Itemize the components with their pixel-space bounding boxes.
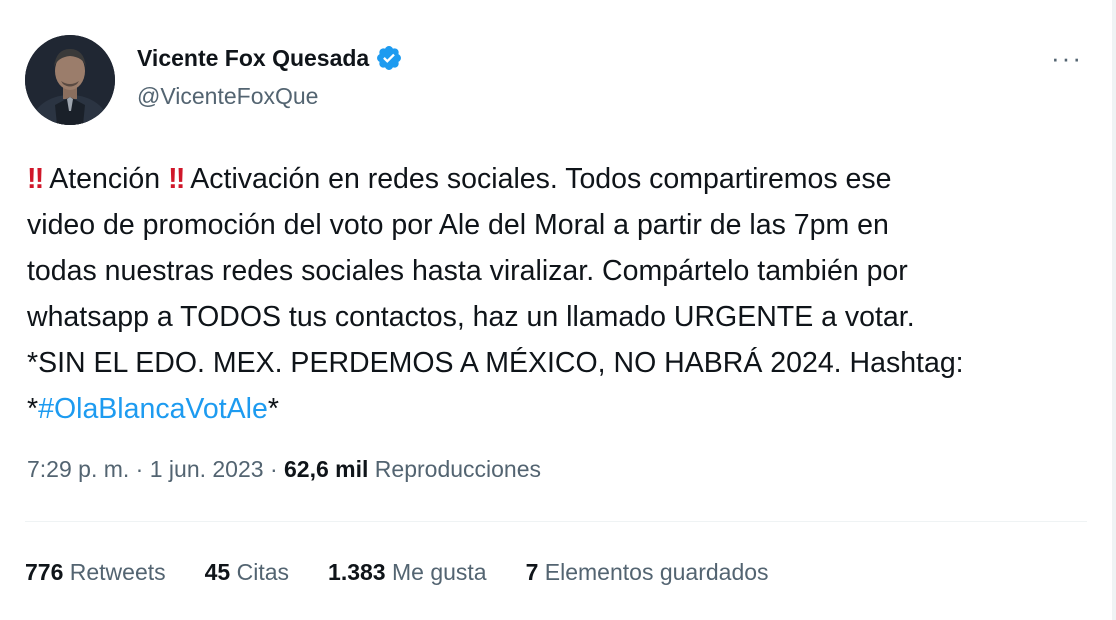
double-exclamation-icon: ‼	[27, 163, 44, 195]
views-label: Reproducciones	[368, 456, 542, 482]
double-exclamation-icon: ‼	[168, 163, 185, 195]
views-count: 62,6 mil	[284, 456, 369, 482]
retweets-label: Retweets	[69, 559, 166, 585]
retweets-count: 776	[25, 559, 64, 585]
bookmarks-count: 7	[525, 559, 539, 585]
quotes-label: Citas	[236, 559, 290, 585]
tweet-meta: 7:29 p. m. · 1 jun. 2023 · 62,6 mil Repr…	[27, 456, 541, 483]
profile-photo-icon	[25, 35, 115, 125]
tweet-attention-word: Atención	[49, 163, 161, 195]
tweet-text: ‼ Atención ‼ Activación en redes sociales.…	[27, 156, 1087, 432]
verified-badge-icon	[375, 44, 403, 72]
hashtag-suffix: *	[267, 393, 279, 425]
tweet-line-4: whatsapp a TODOS tus contactos, haz un l…	[27, 301, 915, 333]
tweet-time[interactable]: 7:29 p. m.	[27, 456, 129, 482]
tweet-card: Vicente Fox Quesada @VicenteFoxQue ··· ‼…	[0, 0, 1116, 620]
bookmarks-label: Elementos guardados	[544, 559, 769, 585]
engagement-stats: 776 Retweets 45 Citas 1.383 Me gusta 7 E…	[25, 559, 808, 586]
quotes-stat[interactable]: 45 Citas	[205, 559, 289, 586]
hashtag-prefix: *	[27, 393, 39, 425]
tweet-line-2: video de promoción del voto por Ale del …	[27, 209, 889, 241]
likes-count: 1.383	[328, 559, 386, 585]
author-avatar[interactable]	[25, 35, 115, 125]
tweet-line-1: ‼ Atención ‼ Activación en redes sociales.…	[27, 156, 1087, 202]
author-name[interactable]: Vicente Fox Quesada	[137, 45, 369, 72]
tweet-line-1-rest: Activación en redes sociales. Todos comp…	[190, 163, 892, 195]
author-name-row: Vicente Fox Quesada	[137, 44, 403, 72]
divider	[25, 521, 1087, 522]
meta-separator: ·	[263, 456, 285, 482]
tweet-date[interactable]: 1 jun. 2023	[150, 456, 264, 482]
meta-separator: ·	[129, 456, 150, 482]
quotes-count: 45	[204, 559, 231, 585]
retweets-stat[interactable]: 776 Retweets	[25, 559, 166, 586]
scroll-edge	[1112, 0, 1116, 620]
likes-label: Me gusta	[391, 559, 487, 585]
tweet-line-3: todas nuestras redes sociales hasta vira…	[27, 255, 908, 287]
tweet-line-5: *SIN EL EDO. MEX. PERDEMOS A MÉXICO, NO …	[27, 347, 964, 379]
tweet-line-6: *#OlaBlancaVotAle*	[27, 386, 1087, 432]
likes-stat[interactable]: 1.383 Me gusta	[328, 559, 487, 586]
author-handle[interactable]: @VicenteFoxQue	[137, 83, 318, 110]
bookmarks-stat[interactable]: 7 Elementos guardados	[526, 559, 769, 586]
hashtag-link[interactable]: #OlaBlancaVotAle	[38, 393, 268, 425]
more-options-icon[interactable]: ···	[1045, 40, 1089, 76]
